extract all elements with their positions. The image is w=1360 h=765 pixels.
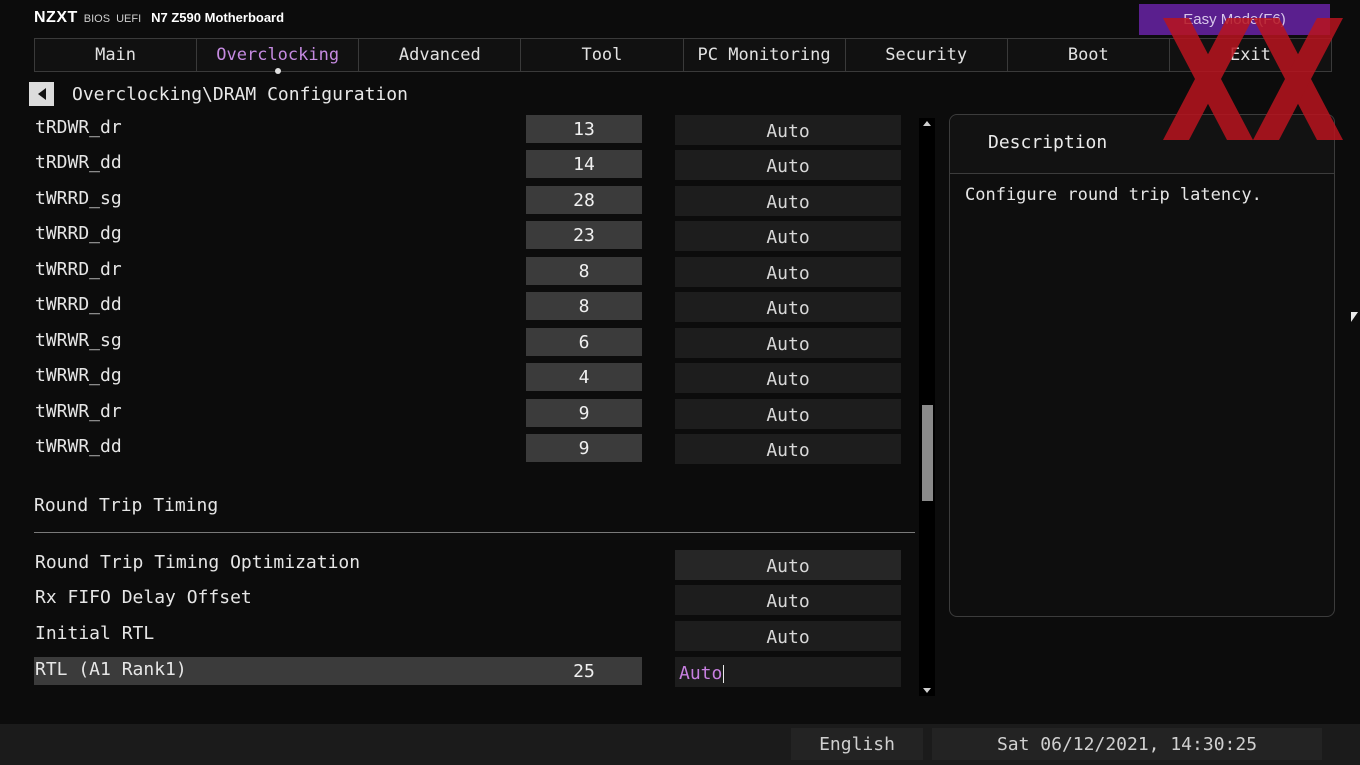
setting-row[interactable]: tWRWR_dg 4 Auto: [34, 363, 902, 393]
setting-label: tRDWR_dr: [35, 117, 122, 138]
setting-row-selected[interactable]: RTL (A1 Rank1) 25 Auto: [34, 657, 901, 687]
setting-row[interactable]: tWRRD_dr 8 Auto: [34, 257, 902, 287]
setting-label: tRDWR_dd: [35, 152, 122, 173]
section-divider: [34, 532, 915, 533]
setting-row[interactable]: Rx FIFO Delay Offset Auto: [34, 585, 902, 615]
setting-label: Initial RTL: [35, 623, 155, 644]
brand-logo: NZXT BIOS UEFI N7 Z590 Motherboard: [34, 9, 284, 29]
breadcrumb: Overclocking\DRAM Configuration: [72, 84, 408, 105]
setting-label: Rx FIFO Delay Offset: [35, 587, 252, 608]
setting-option[interactable]: Auto: [675, 292, 901, 322]
setting-row[interactable]: tWRWR_dd 9 Auto: [34, 434, 902, 464]
bios-label: BIOS: [83, 13, 111, 25]
scroll-down-icon[interactable]: [923, 688, 931, 693]
tab-tool[interactable]: Tool: [521, 39, 684, 71]
easy-mode-button[interactable]: Easy Mode(F6): [1139, 4, 1330, 35]
setting-label: tWRRD_dd: [35, 294, 122, 315]
date-time: Sat 06/12/2021, 14:30:25: [932, 728, 1322, 760]
tab-pc-monitoring[interactable]: PC Monitoring: [684, 39, 846, 71]
current-value: 25: [573, 660, 595, 682]
setting-option[interactable]: Auto: [675, 363, 901, 393]
setting-label: tWRWR_dd: [35, 436, 122, 457]
setting-input[interactable]: Auto: [675, 657, 901, 687]
current-value: 8: [526, 257, 642, 285]
description-text: Configure round trip latency.: [965, 185, 1262, 205]
setting-label: tWRRD_dg: [35, 223, 122, 244]
setting-row[interactable]: tRDWR_dr 13 Auto: [34, 115, 902, 145]
setting-label: Round Trip Timing Optimization: [35, 552, 361, 573]
setting-row[interactable]: tWRWR_dr 9 Auto: [34, 399, 902, 429]
current-value: 4: [526, 363, 642, 391]
scroll-thumb[interactable]: [922, 405, 933, 501]
current-value: 23: [526, 221, 642, 249]
current-value: 9: [526, 434, 642, 462]
main-tabs: Main Overclocking Advanced Tool PC Monit…: [34, 38, 1332, 74]
setting-label: tWRRD_sg: [35, 188, 122, 209]
section-title: Round Trip Timing: [34, 495, 219, 516]
tab-advanced[interactable]: Advanced: [359, 39, 522, 71]
scrollbar[interactable]: [919, 118, 935, 696]
description-title: Description: [988, 132, 1108, 153]
current-value: 13: [526, 115, 642, 143]
setting-option[interactable]: Auto: [675, 399, 901, 429]
setting-row[interactable]: tWRRD_sg 28 Auto: [34, 186, 902, 216]
text-caret: [723, 664, 725, 683]
tab-security[interactable]: Security: [846, 39, 1008, 71]
nzxt-logo: NZXT: [34, 9, 78, 26]
setting-option[interactable]: Auto: [675, 150, 901, 180]
setting-row[interactable]: tRDWR_dd 14 Auto: [34, 150, 902, 180]
setting-option[interactable]: Auto: [675, 257, 901, 287]
model-name: N7 Z590 Motherboard: [151, 10, 285, 25]
back-button[interactable]: [29, 82, 54, 106]
setting-option[interactable]: Auto: [675, 621, 901, 651]
setting-option[interactable]: Auto: [675, 221, 901, 251]
setting-option[interactable]: Auto: [675, 550, 901, 580]
uefi-label: UEFI: [116, 13, 142, 25]
tab-overclocking[interactable]: Overclocking: [197, 39, 360, 74]
mouse-cursor-icon: [1351, 312, 1358, 322]
current-value: 8: [526, 292, 642, 320]
setting-row[interactable]: tWRRD_dd 8 Auto: [34, 292, 902, 322]
setting-label: tWRRD_dr: [35, 259, 122, 280]
current-value: 28: [526, 186, 642, 214]
setting-label: tWRWR_dr: [35, 401, 122, 422]
current-value: 6: [526, 328, 642, 356]
input-value: Auto: [679, 663, 723, 684]
tab-boot[interactable]: Boot: [1008, 39, 1170, 71]
setting-option[interactable]: Auto: [675, 186, 901, 216]
setting-row[interactable]: Round Trip Timing Optimization Auto: [34, 550, 902, 580]
setting-option[interactable]: Auto: [675, 434, 901, 464]
tab-exit[interactable]: Exit: [1170, 39, 1331, 71]
setting-option[interactable]: Auto: [675, 115, 901, 145]
tab-main[interactable]: Main: [35, 39, 198, 71]
language-selector[interactable]: English: [791, 728, 923, 760]
setting-option[interactable]: Auto: [675, 585, 901, 615]
setting-option[interactable]: Auto: [675, 328, 901, 358]
setting-label: tWRWR_sg: [35, 330, 122, 351]
setting-label: RTL (A1 Rank1): [35, 659, 187, 680]
current-value: 14: [526, 150, 642, 178]
scroll-up-icon[interactable]: [923, 121, 931, 126]
setting-row[interactable]: tWRRD_dg 23 Auto: [34, 221, 902, 251]
description-panel: Description Configure round trip latency…: [949, 114, 1335, 617]
current-value: 9: [526, 399, 642, 427]
description-header: Description: [950, 115, 1334, 174]
back-arrow-icon: [37, 88, 46, 100]
setting-row[interactable]: Initial RTL Auto: [34, 621, 902, 651]
setting-label: tWRWR_dg: [35, 365, 122, 386]
setting-row[interactable]: tWRWR_sg 6 Auto: [34, 328, 902, 358]
